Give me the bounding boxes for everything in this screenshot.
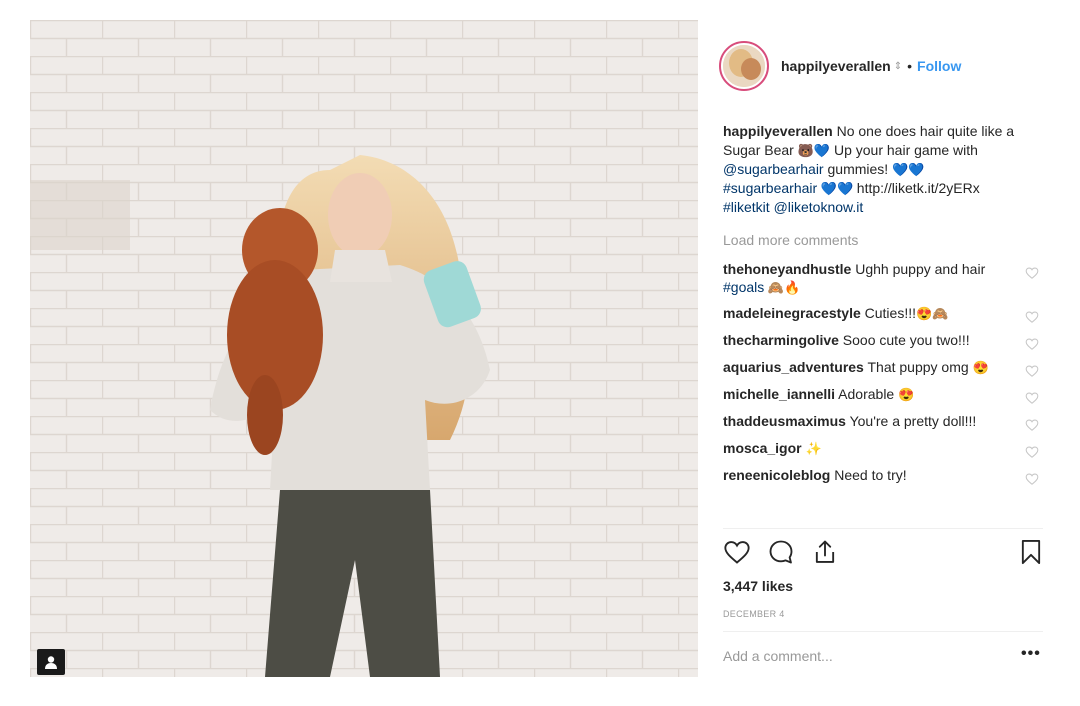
separator-dot: •: [907, 58, 913, 74]
comment-text: Adorable: [835, 386, 899, 402]
post-date[interactable]: DECEMBER 4: [723, 609, 785, 619]
divider: [723, 528, 1043, 529]
comment-emoji: ✨: [805, 441, 822, 456]
username-link[interactable]: happilyeverallen: [781, 58, 891, 74]
comment-author[interactable]: thaddeusmaximus: [723, 413, 846, 429]
comment-item: thaddeusmaximus You're a pretty doll!!!: [723, 412, 1043, 432]
add-comment-input[interactable]: [723, 648, 1003, 664]
comment-author[interactable]: mosca_igor: [723, 440, 802, 456]
post-caption: happilyeverallen No one does hair quite …: [723, 122, 1043, 217]
comment-author[interactable]: thehoneyandhustle: [723, 261, 851, 277]
comment-emoji: 😍: [972, 360, 989, 375]
caption-emoji: 🐻💙: [797, 143, 831, 158]
heart-icon[interactable]: [1025, 337, 1039, 351]
mention-link[interactable]: @liketoknow.it: [774, 199, 864, 215]
heart-icon[interactable]: [1025, 266, 1039, 280]
comment-item: michelle_iannelli Adorable 😍: [723, 385, 1043, 405]
comment-item: aquarius_adventures That puppy omg 😍: [723, 358, 1043, 378]
post-header: happilyeverallen ⇕ • Follow: [719, 38, 1049, 94]
comment-emoji: 🙈🔥: [764, 280, 801, 295]
photo-image: [30, 20, 698, 677]
heart-icon[interactable]: [1025, 391, 1039, 405]
comment-author[interactable]: aquarius_adventures: [723, 359, 864, 375]
heart-icon[interactable]: [1025, 418, 1039, 432]
comment-emoji: 😍: [898, 387, 915, 402]
comment-list: thehoneyandhustle Ughh puppy and hair #g…: [723, 260, 1043, 493]
divider: [723, 631, 1043, 632]
user-tag-icon[interactable]: [37, 649, 65, 675]
caption-text: gummies!: [823, 161, 893, 177]
comment-item: madeleinegracestyle Cuties!!!😍🙈: [723, 304, 1043, 324]
more-options-button[interactable]: •••: [1021, 645, 1041, 663]
hashtag-link[interactable]: #goals: [723, 279, 764, 295]
comment-item: mosca_igor ✨: [723, 439, 1043, 459]
follow-button[interactable]: Follow: [917, 58, 961, 74]
action-bar: [723, 538, 1045, 568]
comment-icon[interactable]: [767, 538, 795, 566]
heart-icon[interactable]: [1025, 445, 1039, 459]
bookmark-icon[interactable]: [1017, 538, 1045, 566]
load-more-comments-button[interactable]: Load more comments: [723, 232, 858, 248]
heart-icon[interactable]: [1025, 472, 1039, 486]
comment-text: Need to try!: [830, 467, 907, 483]
caption-author[interactable]: happilyeverallen: [723, 123, 833, 139]
avatar-image: [723, 45, 765, 87]
url-link[interactable]: http://liketk.it/2yERx: [857, 180, 980, 196]
post-sidebar: happilyeverallen ⇕ • Follow happilyevera…: [709, 20, 1049, 677]
comment-text: Cuties!!!: [860, 305, 916, 321]
hashtag-link[interactable]: #liketkit: [723, 199, 770, 215]
likes-count[interactable]: 3,447 likes: [723, 578, 793, 594]
caption-emoji: 💙💙: [817, 181, 857, 196]
comment-text: Ughh puppy and hair: [851, 261, 986, 277]
comment-item: thecharmingolive Sooo cute you two!!!: [723, 331, 1043, 351]
comment-author[interactable]: thecharmingolive: [723, 332, 839, 348]
post-photo[interactable]: [30, 20, 698, 677]
comment-emoji: 😍🙈: [916, 306, 949, 321]
share-icon[interactable]: [811, 538, 839, 566]
comment-text: Sooo cute you two!!!: [838, 332, 970, 348]
heart-icon[interactable]: [723, 538, 751, 566]
comment-text: That puppy omg: [863, 359, 973, 375]
heart-icon[interactable]: [1025, 310, 1039, 324]
caption-emoji: 💙💙: [892, 162, 925, 177]
avatar[interactable]: [719, 41, 769, 91]
mention-link[interactable]: @sugarbearhair: [723, 161, 824, 177]
comment-text: You're a pretty doll!!!: [845, 413, 977, 429]
verified-icon: ⇕: [893, 60, 903, 72]
comment-item: reneenicoleblog Need to try!: [723, 466, 1043, 486]
comment-item: thehoneyandhustle Ughh puppy and hair #g…: [723, 260, 1043, 297]
comment-author[interactable]: reneenicoleblog: [723, 467, 830, 483]
comment-author[interactable]: madeleinegracestyle: [723, 305, 861, 321]
caption-text: Up your hair game with: [830, 142, 978, 158]
comment-author[interactable]: michelle_iannelli: [723, 386, 835, 402]
heart-icon[interactable]: [1025, 364, 1039, 378]
hashtag-link[interactable]: #sugarbearhair: [723, 180, 817, 196]
